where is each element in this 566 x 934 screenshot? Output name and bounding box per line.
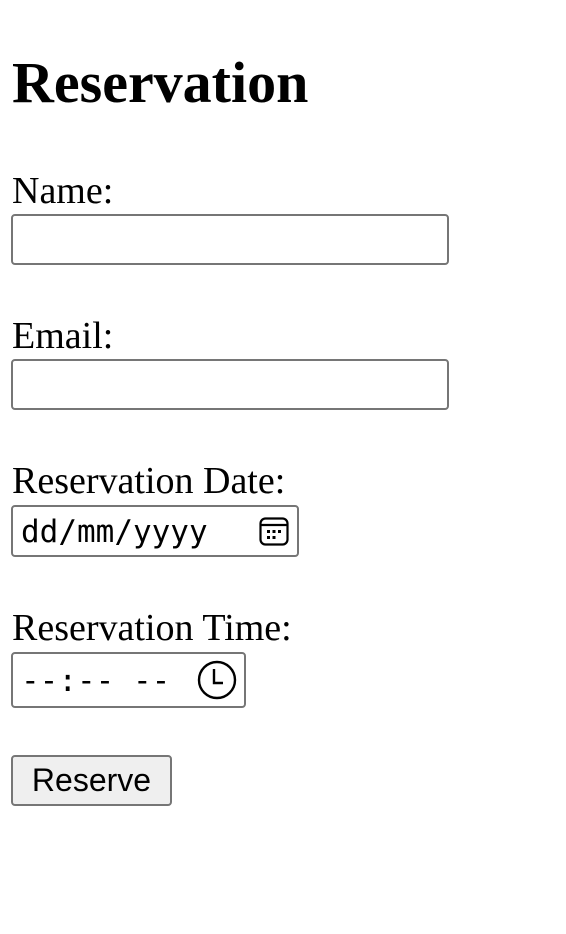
clock-icon[interactable] bbox=[197, 660, 237, 700]
reservation-time-label: Reservation Time: bbox=[12, 607, 292, 649]
reservation-time-input[interactable]: --:-- -- bbox=[11, 652, 246, 708]
email-label: Email: bbox=[12, 315, 114, 357]
date-placeholder: dd/mm/yyyy bbox=[21, 514, 208, 550]
time-placeholder: --:-- -- bbox=[21, 663, 171, 699]
calendar-icon[interactable] bbox=[258, 515, 290, 547]
email-field[interactable] bbox=[11, 359, 449, 410]
name-label: Name: bbox=[12, 170, 114, 212]
page-title: Reservation bbox=[12, 50, 309, 115]
reservation-date-label: Reservation Date: bbox=[12, 460, 286, 502]
reserve-button[interactable]: Reserve bbox=[11, 755, 172, 806]
name-field[interactable] bbox=[11, 214, 449, 265]
reservation-date-input[interactable]: dd/mm/yyyy bbox=[11, 505, 299, 557]
